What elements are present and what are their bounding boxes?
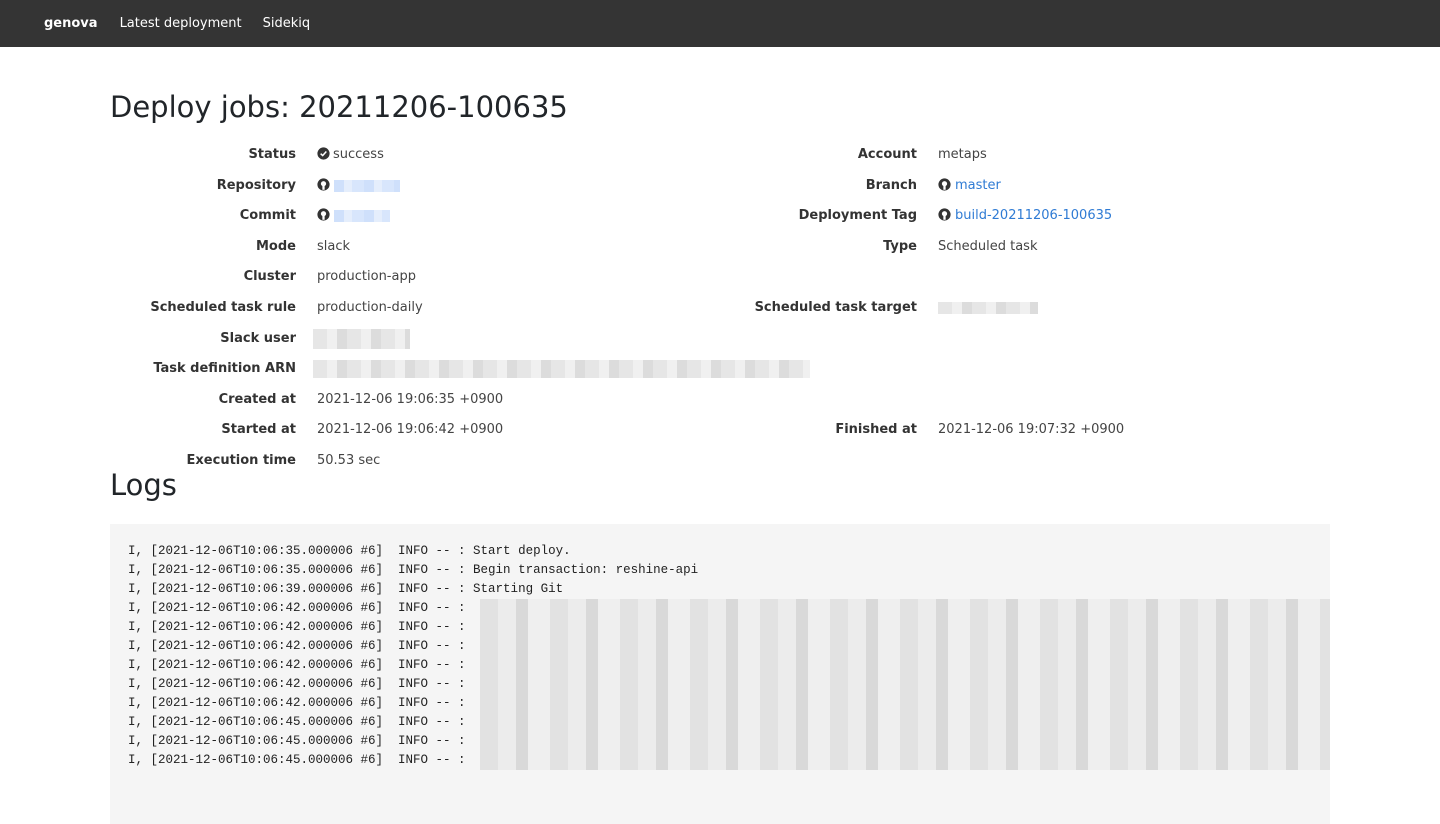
log-line: I, [2021-12-06T10:06:35.000006 #6] INFO … [128, 544, 571, 558]
task-def-label: Task definition ARN [153, 361, 296, 376]
commit-label: Commit [239, 208, 296, 223]
account-value: metaps [938, 147, 987, 162]
cluster-value: production-app [317, 269, 416, 284]
cluster-label: Cluster [243, 269, 296, 284]
created-label: Created at [218, 392, 296, 407]
execution-label: Execution time [186, 453, 296, 468]
mode-value: slack [317, 239, 351, 254]
scheduled-rule-value: production-daily [317, 300, 423, 315]
task-def-redacted [313, 359, 810, 378]
mode-label: Mode [256, 239, 296, 254]
log-redacted [480, 618, 1330, 637]
scheduled-rule-label: Scheduled task rule [150, 300, 296, 315]
started-label: Started at [221, 422, 296, 437]
scheduled-target-label: Scheduled task target [754, 300, 917, 315]
log-lines: I, [2021-12-06T10:06:35.000006 #6] INFO … [110, 542, 1330, 770]
branch-label: Branch [865, 178, 917, 193]
slack-user-redacted [313, 329, 410, 349]
log-redacted [480, 637, 1330, 656]
finished-value: 2021-12-06 19:07:32 +0900 [938, 422, 1125, 437]
log-redacted [480, 599, 1330, 618]
nav-sidekiq[interactable]: Sidekiq [263, 16, 311, 31]
task-def-value [313, 359, 810, 379]
log-line: I, [2021-12-06T10:06:42.000006 #6] INFO … [110, 675, 1330, 694]
top-navbar: genova Latest deployment Sidekiq [0, 0, 1440, 47]
check-circle-icon [317, 147, 330, 160]
account-label: Account [857, 147, 917, 162]
log-line: I, [2021-12-06T10:06:39.000006 #6] INFO … [128, 582, 564, 596]
repository-label: Repository [216, 178, 296, 193]
log-line: I, [2021-12-06T10:06:45.000006 #6] INFO … [110, 751, 1330, 770]
type-label: Type [883, 239, 917, 254]
commit-value[interactable] [317, 206, 390, 226]
branch-value[interactable]: master [938, 176, 1001, 196]
log-line: I, [2021-12-06T10:06:42.000006 #6] INFO … [110, 656, 1330, 675]
log-line: I, [2021-12-06T10:06:42.000006 #6] INFO … [110, 618, 1330, 637]
logs-title: Logs [110, 468, 177, 502]
log-line: I, [2021-12-06T10:06:45.000006 #6] INFO … [110, 732, 1330, 751]
repository-value[interactable] [317, 176, 400, 196]
log-line: I, [2021-12-06T10:06:42.000006 #6] INFO … [110, 599, 1330, 618]
deployment-tag-label: Deployment Tag [798, 208, 917, 223]
log-line: I, [2021-12-06T10:06:42.000006 #6] INFO … [110, 637, 1330, 656]
execution-value: 50.53 sec [317, 453, 381, 468]
github-icon [938, 178, 951, 191]
slack-user-label: Slack user [220, 331, 296, 346]
log-line: I, [2021-12-06T10:06:42.000006 #6] INFO … [110, 694, 1330, 713]
log-redacted [480, 751, 1330, 770]
finished-label: Finished at [835, 422, 917, 437]
brand-link[interactable]: genova [44, 16, 98, 31]
log-redacted [480, 713, 1330, 732]
log-redacted [480, 694, 1330, 713]
log-redacted [480, 732, 1330, 751]
scheduled-target-redacted [938, 301, 1038, 314]
log-line: I, [2021-12-06T10:06:35.000006 #6] INFO … [128, 563, 699, 577]
log-line: I, [2021-12-06T10:06:45.000006 #6] INFO … [110, 713, 1330, 732]
repository-redacted[interactable] [334, 179, 400, 192]
main-container: Deploy jobs: 20211206-100635 Status succ… [110, 47, 1330, 824]
slack-user-value [313, 329, 410, 350]
deployment-tag-value[interactable]: build-20211206-100635 [938, 206, 1112, 226]
github-icon [938, 208, 951, 221]
deployment-tag-link[interactable]: build-20211206-100635 [955, 208, 1112, 223]
status-text: success [333, 147, 384, 162]
type-value: Scheduled task [938, 239, 1038, 254]
scheduled-target-value [938, 298, 1038, 318]
github-icon [317, 178, 330, 191]
created-value: 2021-12-06 19:06:35 +0900 [317, 392, 504, 407]
github-icon [317, 208, 330, 221]
status-value: success [317, 145, 384, 165]
commit-redacted[interactable] [334, 209, 390, 222]
log-redacted [480, 675, 1330, 694]
page-title: Deploy jobs: 20211206-100635 [110, 90, 568, 124]
branch-link[interactable]: master [955, 178, 1001, 193]
log-redacted [480, 656, 1330, 675]
started-value: 2021-12-06 19:06:42 +0900 [317, 422, 504, 437]
status-label: Status [248, 147, 296, 162]
nav-latest-deployment[interactable]: Latest deployment [120, 16, 242, 31]
logs-box[interactable]: I, [2021-12-06T10:06:35.000006 #6] INFO … [110, 524, 1330, 824]
